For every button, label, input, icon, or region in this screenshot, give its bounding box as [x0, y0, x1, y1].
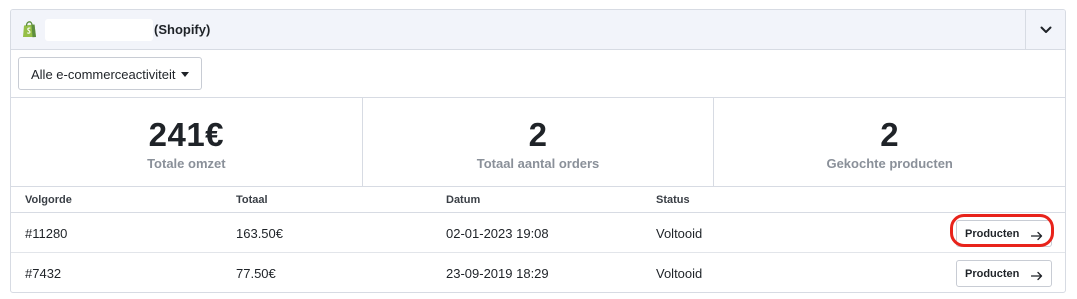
arrow-right-icon [1030, 228, 1043, 246]
table-row: #7432 77.50€ 23-09-2019 18:29 Voltooid P… [11, 253, 1065, 292]
ecommerce-panel: (Shopify) Alle e-commerceactiviteit 241€… [10, 9, 1066, 293]
caret-down-icon [181, 72, 189, 77]
order-status: Voltooid [656, 226, 703, 241]
order-number: #7432 [25, 266, 62, 281]
shopify-bag-icon [22, 21, 37, 38]
store-platform-label: (Shopify) [154, 22, 211, 37]
products-button-label: Producten [965, 228, 1020, 240]
stat-value: 2 [880, 116, 900, 153]
orders-table-header: Volgorde Totaal Datum Status [11, 188, 1065, 213]
stat-label: Totaal aantal orders [476, 156, 600, 171]
stat-value: 241€ [148, 116, 225, 153]
stats-row: 241€ Totale omzet 2 Totaal aantal orders… [11, 97, 1065, 187]
order-date: 02-01-2023 19:08 [446, 226, 549, 241]
column-header-date: Datum [446, 194, 481, 206]
products-button[interactable]: Producten [956, 260, 1052, 287]
activity-filter-value: Alle e-commerceactiviteit [31, 67, 176, 82]
store-name-redacted [45, 19, 153, 41]
table-row: #11280 163.50€ 02-01-2023 19:08 Voltooid… [11, 213, 1065, 253]
order-date: 23-09-2019 18:29 [446, 266, 549, 281]
stat-value: 2 [528, 116, 548, 153]
stat-label: Gekochte producten [826, 156, 953, 171]
panel-header: (Shopify) [11, 10, 1065, 50]
order-total: 77.50€ [236, 266, 276, 281]
chevron-down-icon [1040, 21, 1052, 39]
column-header-total: Totaal [236, 194, 268, 206]
products-button-label: Producten [965, 268, 1020, 280]
collapse-button[interactable] [1025, 10, 1065, 50]
arrow-right-icon [1030, 268, 1043, 286]
activity-filter-dropdown[interactable]: Alle e-commerceactiviteit [18, 57, 202, 90]
order-total: 163.50€ [236, 226, 283, 241]
column-header-status: Status [656, 194, 690, 206]
stat-products-bought: 2 Gekochte producten [713, 98, 1065, 186]
column-header-order: Volgorde [25, 194, 72, 206]
products-button[interactable]: Producten [956, 220, 1052, 247]
stat-total-orders: 2 Totaal aantal orders [361, 98, 714, 186]
order-number: #11280 [25, 226, 68, 241]
stat-label: Totale omzet [147, 156, 226, 171]
order-status: Voltooid [656, 266, 703, 281]
stat-total-revenue: 241€ Totale omzet [11, 98, 362, 186]
